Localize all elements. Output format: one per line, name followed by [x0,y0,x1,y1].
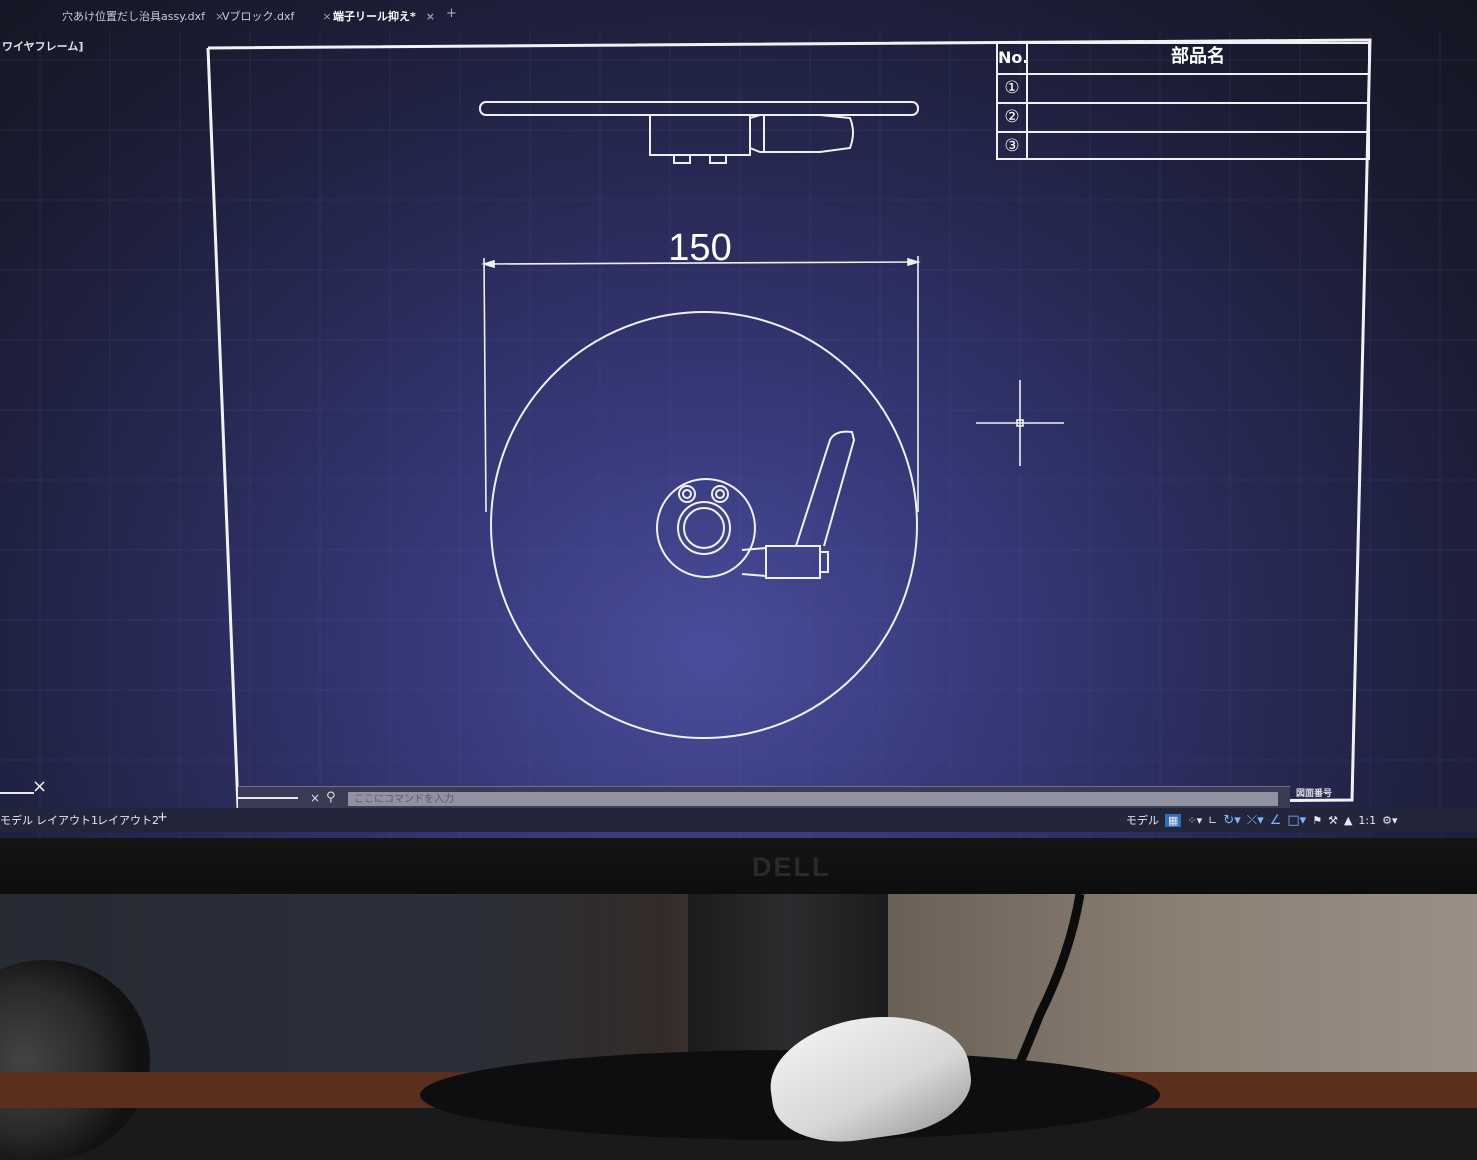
close-tab-icon[interactable]: × [426,10,435,23]
grid-toggle-icon[interactable]: ▦ [1165,813,1182,827]
row-number: ③ [998,133,1028,158]
drawing-number-label: 図面番号 [1296,789,1333,799]
monitor-brand-logo: DELL [752,852,831,882]
viewport-visual-style-label[interactable]: ワイヤフレーム] [2,38,83,54]
parts-table-row: ① [998,73,1368,102]
header-no: No. [998,44,1028,73]
top-view [479,101,919,164]
command-input[interactable] [348,792,1278,806]
customize-icon[interactable]: ⚲ [326,790,336,805]
row-number: ① [998,75,1028,102]
dimension-150 [481,256,921,513]
file-tab-label: 端子リール抑え* [333,10,416,23]
monitor-bezel [0,838,1477,894]
cad-screen: 150 穴あけ位置だし治具assy.dxf × Vブロック.dxf × 端子リール抑… [0,0,1477,838]
left-panel-edge [0,792,34,794]
status-bar: モデル ▦ ⁘▾ ∟ ↻▾ ⤫▾ ∠ □▾ ⚑ ⚒ ▲ 1:1 ⚙▾ [1126,811,1398,829]
annotation-scale-icon[interactable]: ▲ [1344,814,1352,827]
polar-tracking-icon[interactable]: ↻▾ [1223,813,1240,828]
tab-layout1[interactable]: レイアウト1 [36,812,98,828]
new-tab-button[interactable]: + [446,6,457,21]
gear-icon[interactable]: ⚙▾ [1382,814,1397,827]
tab-layout2[interactable]: レイアウト2 [97,812,159,828]
command-line-divider [238,797,298,799]
parts-table-row: ② [998,102,1368,131]
model-space-toggle[interactable]: モデル [1126,812,1159,828]
dimension-text: 150 [668,227,731,269]
auto-scale-icon[interactable]: ⚒ [1328,814,1338,827]
scale-dropdown[interactable]: 1:1 [1358,814,1376,827]
file-tab-3-active[interactable]: 端子リール抑え* × [333,8,435,26]
header-part-name: 部品名 [1171,46,1225,67]
crosshair-cursor-icon [976,380,1064,466]
parts-table-row: ③ [998,131,1368,158]
osnap-tracking-icon[interactable]: ⤫▾ [1247,813,1264,828]
add-layout-button[interactable]: + [157,810,168,825]
file-tab-1[interactable]: 穴あけ位置だし治具assy.dxf × [62,8,224,26]
file-tab-label: 穴あけ位置だし治具assy.dxf [62,10,206,23]
close-command-icon[interactable]: × [310,791,320,805]
lineweight-icon[interactable]: ∠ [1270,813,1282,828]
tab-model[interactable]: モデル [0,812,33,828]
file-tab-label: Vブロック.dxf [222,10,295,23]
file-tab-2[interactable]: Vブロック.dxf × [222,8,332,26]
layout-tab-bar: モデル レイアウト1 レイアウト2 + モデル ▦ ⁘▾ ∟ ↻▾ ⤫▾ ∠ □… [0,808,1477,832]
snap-toggle-icon[interactable]: ⁘▾ [1187,814,1202,827]
object-snap-icon[interactable]: □▾ [1287,813,1306,828]
hub-assembly [656,430,856,579]
annotation-visibility-icon[interactable]: ⚑ [1312,814,1322,827]
parts-table-header: No. 部品名 [998,44,1368,73]
row-number: ② [998,104,1028,131]
ortho-toggle-icon[interactable]: ∟ [1208,814,1217,827]
parts-list-table: No. 部品名 ① ② ③ [996,42,1370,160]
command-line: × ⚲ [238,786,1290,809]
close-panel-icon[interactable]: × [32,776,47,797]
reel-disk-circle [490,311,918,739]
close-tab-icon[interactable]: × [322,10,331,23]
